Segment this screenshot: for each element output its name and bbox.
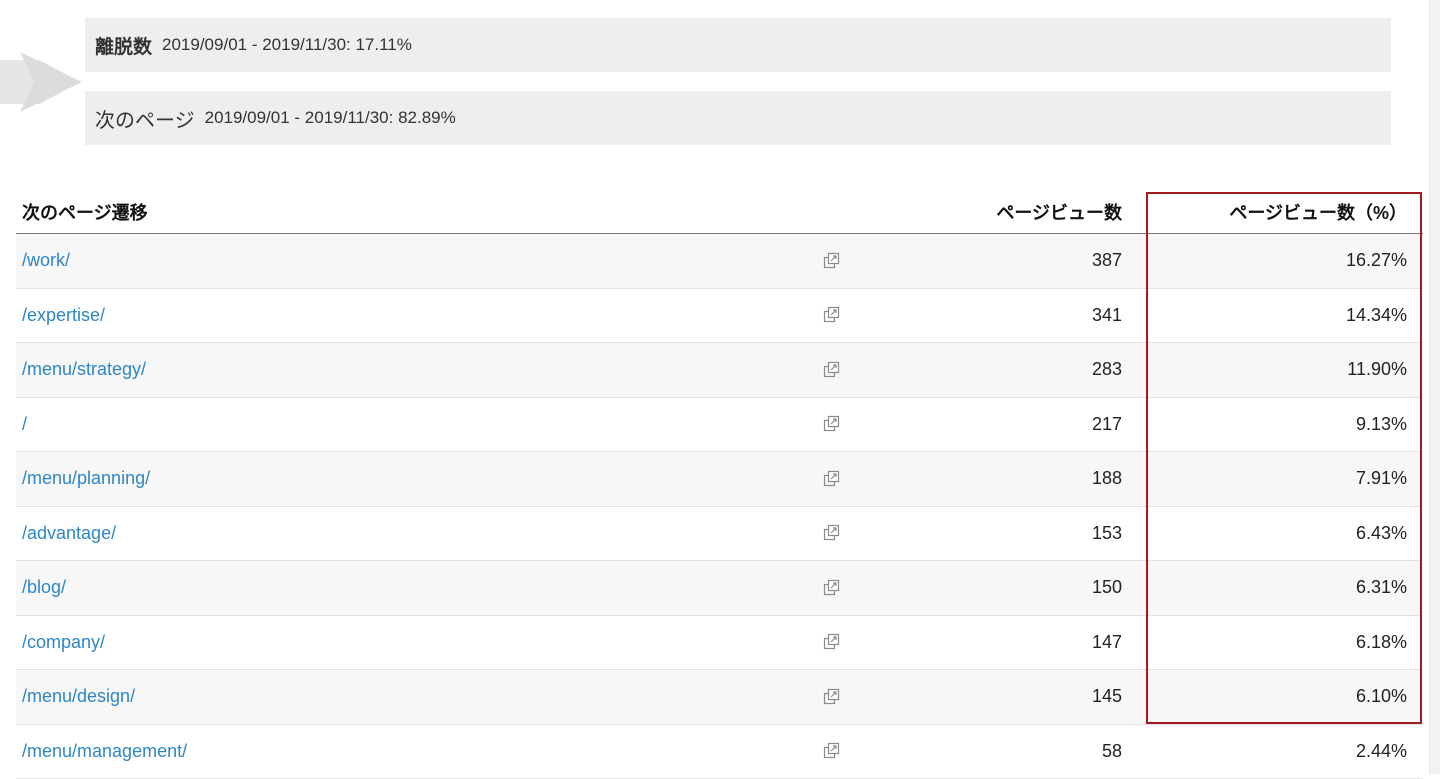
- external-link-icon[interactable]: [822, 633, 840, 651]
- header-pageviews-pct[interactable]: ページビュー数（%）: [1140, 199, 1423, 225]
- pageviews-pct-value: 6.18%: [1140, 632, 1423, 653]
- page-link[interactable]: /: [16, 414, 816, 435]
- pageviews-value: 341: [846, 305, 1140, 326]
- exit-summary: 離脱数 2019/09/01 - 2019/11/30: 17.11%: [85, 18, 1391, 72]
- next-page-summary: 次のページ 2019/09/01 - 2019/11/30: 82.89%: [85, 91, 1391, 145]
- page-link[interactable]: /advantage/: [16, 523, 816, 544]
- pageviews-value: 387: [846, 250, 1140, 271]
- table-row: /expertise/ 341 14.34%: [16, 289, 1423, 344]
- table-row: / 217 9.13%: [16, 398, 1423, 453]
- pageviews-value: 188: [846, 468, 1140, 489]
- external-link-icon[interactable]: [822, 470, 840, 488]
- table-row: /menu/strategy/ 283 11.90%: [16, 343, 1423, 398]
- external-link-icon[interactable]: [822, 688, 840, 706]
- table-row: /blog/ 150 6.31%: [16, 561, 1423, 616]
- page-link[interactable]: /menu/management/: [16, 741, 816, 762]
- external-link-icon[interactable]: [822, 252, 840, 270]
- next-page-label: 次のページ: [95, 104, 195, 133]
- header-next-page[interactable]: 次のページ遷移: [16, 199, 816, 225]
- pageviews-pct-value: 11.90%: [1140, 359, 1423, 380]
- external-link-icon[interactable]: [822, 742, 840, 760]
- pageviews-pct-value: 6.31%: [1140, 577, 1423, 598]
- table-row: /work/ 387 16.27%: [16, 234, 1423, 289]
- external-link-icon[interactable]: [822, 579, 840, 597]
- pageviews-pct-value: 16.27%: [1140, 250, 1423, 271]
- exit-label: 離脱数: [95, 32, 152, 59]
- next-page-table: 次のページ遷移 ページビュー数 ページビュー数（%） /work/ 387 16…: [16, 190, 1423, 779]
- external-link-icon[interactable]: [822, 361, 840, 379]
- page-link[interactable]: /blog/: [16, 577, 816, 598]
- table-row: /company/ 147 6.18%: [16, 616, 1423, 671]
- external-link-icon[interactable]: [822, 415, 840, 433]
- table-row: /advantage/ 153 6.43%: [16, 507, 1423, 562]
- pageviews-pct-value: 9.13%: [1140, 414, 1423, 435]
- pageviews-pct-value: 14.34%: [1140, 305, 1423, 326]
- table-row: /menu/management/ 58 2.44%: [16, 725, 1423, 779]
- pageviews-value: 150: [846, 577, 1140, 598]
- pageviews-value: 283: [846, 359, 1140, 380]
- page-link[interactable]: /menu/design/: [16, 686, 816, 707]
- page-link[interactable]: /expertise/: [16, 305, 816, 326]
- pageviews-pct-value: 2.44%: [1140, 741, 1423, 762]
- pageviews-pct-value: 7.91%: [1140, 468, 1423, 489]
- pageviews-value: 153: [846, 523, 1140, 544]
- page-link[interactable]: /menu/planning/: [16, 468, 816, 489]
- scrollbar[interactable]: [1429, 0, 1440, 774]
- page-link[interactable]: /menu/strategy/: [16, 359, 816, 380]
- header-pageviews[interactable]: ページビュー数: [846, 199, 1140, 225]
- external-link-icon[interactable]: [822, 524, 840, 542]
- pageviews-value: 217: [846, 414, 1140, 435]
- pageviews-value: 147: [846, 632, 1140, 653]
- pageviews-value: 58: [846, 741, 1140, 762]
- table-row: /menu/planning/ 188 7.91%: [16, 452, 1423, 507]
- pageviews-value: 145: [846, 686, 1140, 707]
- exit-value: 2019/09/01 - 2019/11/30: 17.11%: [162, 35, 412, 55]
- page-link[interactable]: /company/: [16, 632, 816, 653]
- pageviews-pct-value: 6.43%: [1140, 523, 1423, 544]
- table-header: 次のページ遷移 ページビュー数 ページビュー数（%）: [16, 190, 1423, 234]
- next-page-value: 2019/09/01 - 2019/11/30: 82.89%: [205, 108, 456, 128]
- page-link[interactable]: /work/: [16, 250, 816, 271]
- table-row: /menu/design/ 145 6.10%: [16, 670, 1423, 725]
- pageviews-pct-value: 6.10%: [1140, 686, 1423, 707]
- external-link-icon[interactable]: [822, 306, 840, 324]
